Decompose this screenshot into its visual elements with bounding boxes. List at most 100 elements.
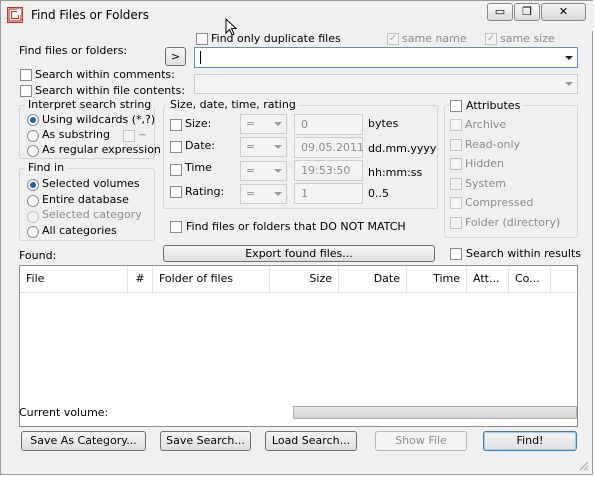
regex-label: As regular expression [42,143,161,156]
size-operator-value: = [246,117,256,130]
entire-database-label: Entire database [42,193,129,206]
export-found-files-button[interactable]: Export found files... [163,245,435,262]
column-header-time[interactable]: Time [407,266,467,292]
time-label: Time [185,161,212,174]
same-name-checkbox[interactable]: ✓ [387,33,399,45]
readonly-checkbox[interactable] [450,139,462,151]
not-match-checkbox[interactable] [170,221,182,233]
within-comments-label: Search within comments: [35,68,175,81]
window-title: Find Files or Folders [31,8,149,22]
chevron-down-icon [274,145,282,149]
readonly-label: Read-only [465,138,521,151]
not-match-label: Find files or folders that DO NOT MATCH [186,220,406,233]
attributes-checkbox[interactable] [450,100,462,112]
within-results-checkbox[interactable] [450,248,462,260]
rating-checkbox[interactable] [170,186,182,198]
time-operator-value: = [246,164,256,177]
current-volume-label: Current volume: [19,406,109,419]
size-checkbox[interactable] [170,119,182,131]
column-header-file[interactable]: File [20,266,128,292]
rating-value-field[interactable]: 1 [294,183,363,204]
expand-label: > [170,50,181,63]
column-header-date[interactable]: Date [339,266,407,292]
date-checkbox[interactable] [170,141,182,153]
column-header-folder[interactable]: Folder of files [153,266,270,292]
load-search-label: Load Search... [271,434,351,447]
column-header-size[interactable]: Size [270,266,339,292]
maximize-button[interactable]: ❐ [514,3,540,21]
selected-category-label: Selected category [42,208,142,221]
date-value: 09.05.2011 [301,141,364,154]
system-checkbox[interactable] [450,178,462,190]
substring-radio[interactable] [27,130,39,142]
same-name-label: same name [402,32,467,45]
folder-checkbox[interactable] [450,217,462,229]
substring-label: As substring [42,128,111,141]
size-operator-combobox[interactable]: = [240,114,287,134]
results-header: File # Folder of files Size Date Time At… [20,266,577,293]
chevron-down-icon [565,82,573,86]
column-label: Time [433,272,460,285]
compressed-label: Compressed [465,196,534,209]
archive-checkbox[interactable] [450,119,462,131]
selected-volumes-radio[interactable] [27,179,39,191]
find-label-text: Find! [516,434,544,447]
same-size-label: same size [500,32,555,45]
same-size-checkbox[interactable]: ✓ [485,33,497,45]
rating-range-label: 0..5 [368,187,389,200]
hidden-checkbox[interactable] [450,158,462,170]
duplicates-checkbox[interactable] [196,33,208,45]
within-contents-checkbox[interactable] [20,85,32,97]
rating-operator-combobox[interactable]: = [240,184,287,204]
title-bar: Find Files or Folders ▭ ❐ ✕ [1,1,594,31]
date-operator-value: = [246,140,256,153]
minimize-button[interactable]: ▭ [487,3,513,21]
save-search-button[interactable]: Save Search... [160,431,251,451]
column-header-number[interactable]: # [128,266,153,292]
expand-button[interactable]: > [165,47,186,66]
within-comments-checkbox[interactable] [20,69,32,81]
wildcards-radio[interactable] [27,114,39,126]
column-label: Size [309,272,332,285]
date-label: Date: [185,139,215,152]
archive-label: Archive [465,118,507,131]
load-search-button[interactable]: Load Search... [265,431,357,451]
text-cursor [200,51,201,64]
date-value-field[interactable]: 09.05.2011 [294,137,364,158]
within-results-label: Search within results [466,247,582,260]
column-label: File [26,272,45,285]
column-header-attributes[interactable]: Att... [467,266,509,292]
size-value-field[interactable]: 0 [294,114,363,135]
column-label: # [135,272,145,285]
minimize-icon: ▭ [494,5,506,18]
entire-database-radio[interactable] [27,195,39,207]
time-checkbox[interactable] [170,164,182,176]
close-button[interactable]: ✕ [541,3,586,21]
time-value-field[interactable]: 19:53:50 [294,160,363,181]
tilde-checkbox[interactable] [123,130,135,142]
chevron-down-icon [274,192,282,196]
find-button[interactable]: Find! [483,431,577,451]
resize-grip-icon[interactable] [577,459,589,471]
folder-label: Folder (directory) [465,216,561,229]
compressed-checkbox[interactable] [450,197,462,209]
chevron-down-icon [274,169,282,173]
search-input[interactable] [197,50,549,64]
search-progress-bar [293,406,577,419]
selected-category-radio[interactable] [27,211,39,223]
search-query-combobox[interactable] [194,47,578,68]
all-categories-radio[interactable] [27,226,39,238]
date-format-label: dd.mm.yyyy [368,142,437,155]
find-in-group-title: Find in [25,161,68,174]
time-operator-combobox[interactable]: = [240,161,287,181]
selected-volumes-label: Selected volumes [42,177,140,190]
contents-combobox[interactable] [194,74,578,94]
show-file-button[interactable]: Show File [375,431,467,451]
save-category-label: Save As Category... [30,434,137,447]
results-list[interactable]: File # Folder of files Size Date Time At… [19,265,578,427]
date-operator-combobox[interactable]: = [240,137,287,157]
save-as-category-button[interactable]: Save As Category... [21,431,146,451]
size-label: Size: [185,117,212,130]
regex-radio[interactable] [27,145,39,157]
column-header-comment[interactable]: Co... [509,266,551,292]
